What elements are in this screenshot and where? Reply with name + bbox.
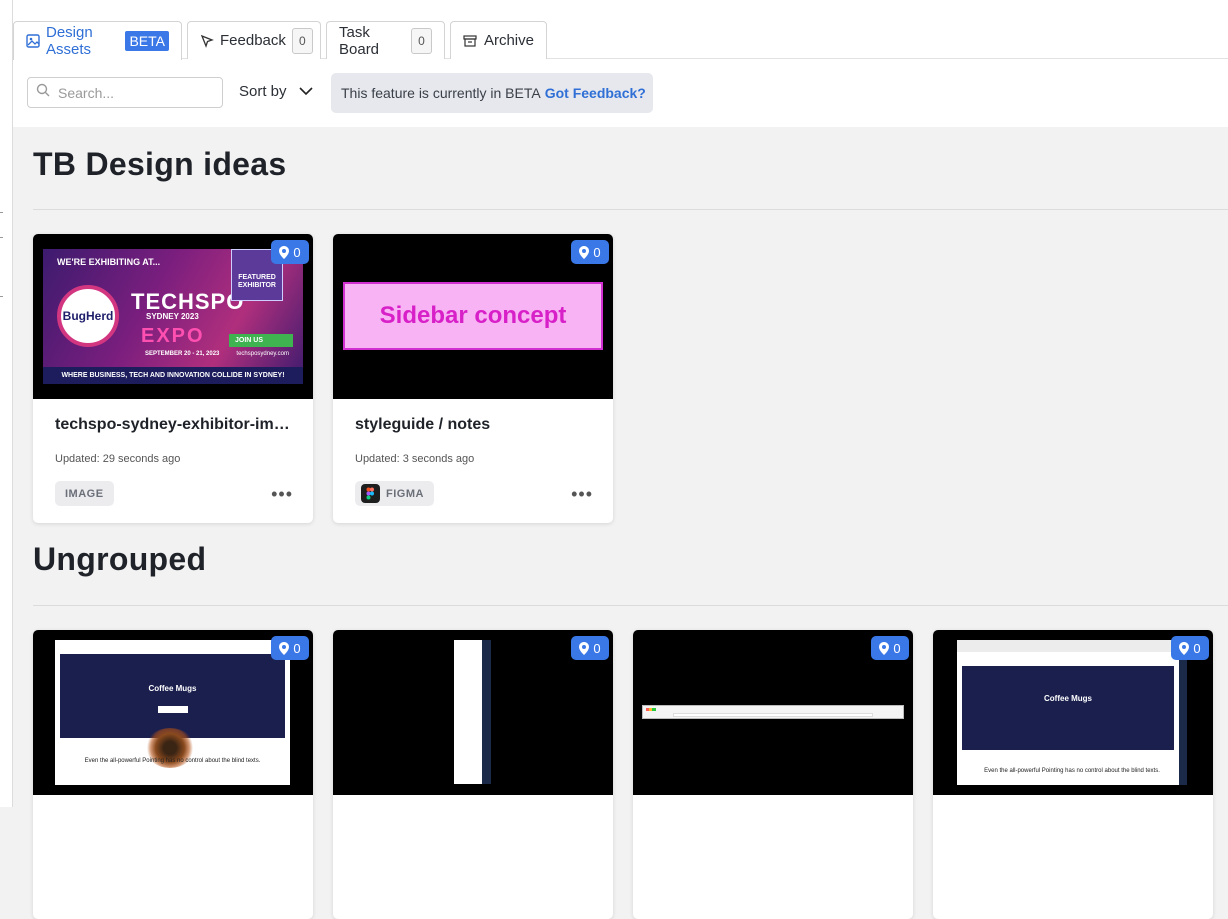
asset-card[interactable]: Sidebar concept 0 styleguide / notes Upd… <box>333 234 613 523</box>
banner-text: techsposydney.com <box>236 351 289 357</box>
group-title: Ungrouped <box>33 541 207 577</box>
beta-notice: This feature is currently in BETA Got Fe… <box>331 73 653 113</box>
pin-count-badge[interactable]: 0 <box>271 636 309 660</box>
tab-label: Archive <box>483 32 534 49</box>
tab-task-board[interactable]: Task Board 0 <box>326 21 445 59</box>
tab-label: Task Board <box>339 23 380 58</box>
asset-thumbnail[interactable]: 0 <box>633 630 913 795</box>
tab-archive[interactable]: Archive <box>450 21 547 59</box>
divider <box>33 605 1228 606</box>
sidebar-screenshot <box>454 640 491 784</box>
pin-count: 0 <box>593 640 601 656</box>
asset-thumbnail[interactable]: WE'RE EXHIBITING AT... BugHerd TECHSPO S… <box>33 234 313 399</box>
pin-count: 0 <box>293 640 301 656</box>
asset-card[interactable]: 0 <box>333 630 613 919</box>
archive-icon <box>463 33 478 49</box>
map-pin-icon <box>579 641 590 655</box>
asset-thumbnail[interactable]: Coffee Mugs Even the all-powerful Pointi… <box>933 630 1213 795</box>
top-toolbar: Design Assets BETA Feedback 0 Task Board… <box>13 0 1228 127</box>
sidebar-concept-preview: Sidebar concept <box>343 282 603 350</box>
map-pin-icon <box>1179 641 1190 655</box>
asset-card[interactable]: Coffee Mugs Even the all-powerful Pointi… <box>933 630 1213 919</box>
map-pin-icon <box>279 641 290 655</box>
sort-by-label: Sort by <box>239 83 287 100</box>
cursor-icon <box>200 33 214 49</box>
sort-by-dropdown[interactable]: Sort by <box>239 83 313 100</box>
hero-title: Coffee Mugs <box>1044 694 1092 703</box>
asset-thumbnail[interactable]: Coffee Mugs Even the all-powerful Pointi… <box>33 630 313 795</box>
search-box[interactable] <box>27 77 223 108</box>
tab-design-assets[interactable]: Design Assets BETA <box>13 21 182 60</box>
asset-card[interactable]: 0 <box>633 630 913 919</box>
map-pin-icon <box>279 245 290 259</box>
group-title: TB Design ideas <box>33 146 287 182</box>
search-input[interactable] <box>58 84 208 101</box>
hero-title: Coffee Mugs <box>148 684 197 693</box>
beta-notice-text: This feature is currently in BETA <box>341 85 541 101</box>
bugherd-logo: BugHerd <box>57 285 119 347</box>
asset-type-label: FIGMA <box>386 487 424 500</box>
banner-text: WHERE BUSINESS, TECH AND INNOVATION COLL… <box>43 367 303 384</box>
map-pin-icon <box>879 641 890 655</box>
asset-card[interactable]: WE'RE EXHIBITING AT... BugHerd TECHSPO S… <box>33 234 313 523</box>
left-rail <box>0 0 13 807</box>
asset-updated: Updated: 3 seconds ago <box>355 453 475 465</box>
pin-count-badge[interactable]: 0 <box>1171 636 1209 660</box>
more-options-icon[interactable]: ••• <box>271 484 293 505</box>
pin-count-badge[interactable]: 0 <box>871 636 909 660</box>
tab-label: Feedback <box>220 32 286 49</box>
asset-updated: Updated: 29 seconds ago <box>55 453 181 465</box>
pin-count: 0 <box>593 244 601 260</box>
techspo-banner-image: WE'RE EXHIBITING AT... BugHerd TECHSPO S… <box>43 249 303 384</box>
browser-bar-screenshot <box>642 705 904 719</box>
pin-count-badge[interactable]: 0 <box>271 240 309 264</box>
divider <box>33 209 1228 210</box>
asset-type-tag: IMAGE <box>55 481 114 506</box>
website-screenshot: Coffee Mugs Even the all-powerful Pointi… <box>957 640 1187 785</box>
asset-thumbnail[interactable]: 0 <box>333 630 613 795</box>
website-screenshot: Coffee Mugs Even the all-powerful Pointi… <box>55 640 290 785</box>
beta-badge: BETA <box>125 31 169 51</box>
pin-count-badge[interactable]: 0 <box>571 240 609 264</box>
banner-text: SYDNEY 2023 <box>146 312 199 321</box>
banner-text: JOIN US <box>229 334 293 347</box>
asset-type-tag: FIGMA <box>355 481 434 506</box>
banner-text: WE'RE EXHIBITING AT... <box>57 257 161 267</box>
pin-count: 0 <box>293 244 301 260</box>
tab-label: Design Assets <box>46 24 93 58</box>
banner-text: EXPO <box>141 325 205 347</box>
more-options-icon[interactable]: ••• <box>571 484 593 505</box>
pin-count: 0 <box>893 640 901 656</box>
banner-text: SEPTEMBER 20 - 21, 2023 <box>145 351 220 357</box>
got-feedback-link[interactable]: Got Feedback? <box>545 85 646 101</box>
asset-name[interactable]: styleguide / notes <box>355 416 595 434</box>
search-icon <box>36 83 50 102</box>
pin-count-badge[interactable]: 0 <box>571 636 609 660</box>
asset-name[interactable]: techspo-sydney-exhibitor-im… <box>55 416 295 434</box>
tab-feedback[interactable]: Feedback 0 <box>187 21 321 59</box>
feedback-count: 0 <box>291 27 313 54</box>
asset-thumbnail[interactable]: Sidebar concept 0 <box>333 234 613 399</box>
chevron-down-icon <box>298 87 313 96</box>
tab-bar: Design Assets BETA Feedback 0 Task Board… <box>13 21 1228 60</box>
image-icon <box>26 33 40 49</box>
screenshot-text: Even the all-powerful Pointing has no co… <box>84 758 261 764</box>
task-count: 0 <box>411 27 432 54</box>
figma-icon <box>361 484 380 503</box>
screenshot-text: Even the all-powerful Pointing has no co… <box>984 768 1160 774</box>
asset-card[interactable]: Coffee Mugs Even the all-powerful Pointi… <box>33 630 313 919</box>
map-pin-icon <box>579 245 590 259</box>
pin-count: 0 <box>1193 640 1201 656</box>
